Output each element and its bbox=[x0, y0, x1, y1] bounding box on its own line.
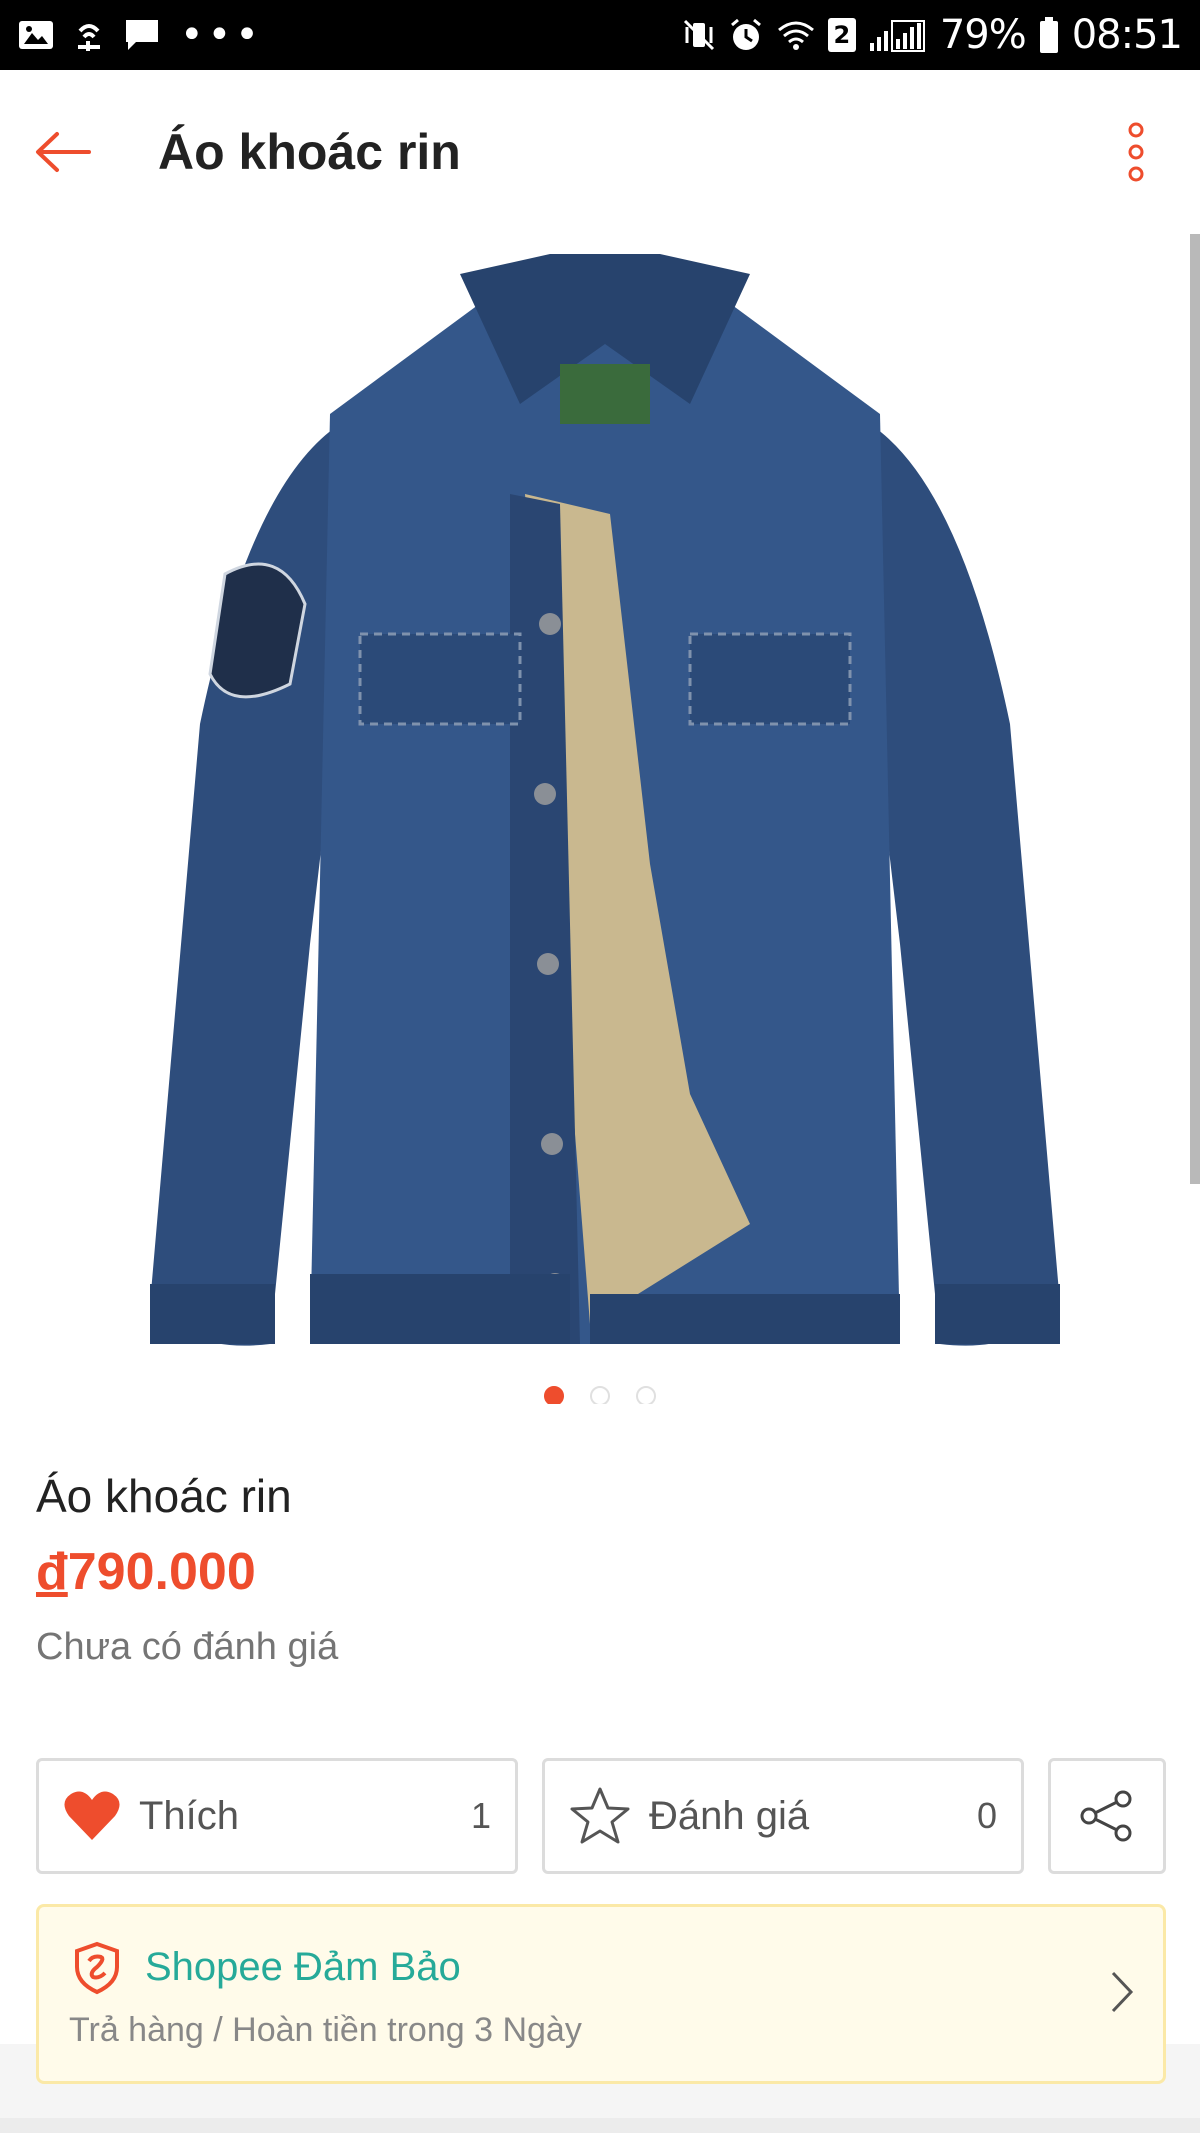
product-gallery[interactable] bbox=[0, 234, 1200, 1406]
vibrate-mute-icon bbox=[682, 17, 716, 53]
scrollbar[interactable] bbox=[1190, 234, 1200, 1184]
pagination-dot[interactable] bbox=[590, 1386, 610, 1406]
share-button[interactable] bbox=[1048, 1758, 1166, 1874]
like-count: 1 bbox=[470, 1795, 491, 1836]
section-divider bbox=[0, 2118, 1200, 2133]
signal-icon bbox=[868, 17, 928, 53]
price-currency: đ bbox=[36, 1543, 68, 1601]
page-title: Áo khoác rin bbox=[158, 124, 461, 180]
pagination-dot[interactable] bbox=[544, 1386, 564, 1406]
wifi-assistant-icon bbox=[74, 17, 104, 53]
sim-badge: 2 bbox=[827, 18, 856, 52]
more-options-button[interactable] bbox=[1116, 117, 1156, 187]
rating-status: Chưa có đánh giá bbox=[36, 1626, 339, 1668]
review-label: Đánh giá bbox=[649, 1793, 810, 1838]
pagination-dot[interactable] bbox=[636, 1386, 656, 1406]
product-name: Áo khoác rin bbox=[36, 1470, 292, 1522]
heart-icon bbox=[64, 1791, 120, 1840]
message-icon bbox=[124, 18, 160, 52]
battery-icon bbox=[1038, 16, 1060, 54]
chevron-right-icon bbox=[1111, 1971, 1134, 2013]
alarm-icon bbox=[728, 17, 764, 53]
status-right: 2 79% 08:51 bbox=[682, 12, 1183, 58]
guarantee-title: Shopee Đảm Bảo bbox=[145, 1945, 461, 1989]
product-image[interactable] bbox=[130, 244, 1080, 1354]
arrow-left-icon bbox=[36, 132, 91, 172]
review-button[interactable]: Đánh giá 0 bbox=[542, 1758, 1024, 1874]
status-bar: ••• 2 79% 08:51 bbox=[0, 0, 1200, 70]
clock: 08:51 bbox=[1071, 12, 1183, 58]
wifi-icon bbox=[776, 18, 816, 52]
back-button[interactable] bbox=[30, 119, 96, 185]
share-icon bbox=[1080, 1790, 1132, 1842]
battery-percent: 79% bbox=[939, 12, 1027, 58]
more-vertical-icon bbox=[1128, 122, 1144, 182]
shield-icon bbox=[75, 1941, 119, 1995]
review-count: 0 bbox=[976, 1795, 997, 1836]
price-value: 790.000 bbox=[67, 1543, 256, 1601]
gallery-icon bbox=[18, 19, 54, 51]
shopee-guarantee-banner[interactable]: Shopee Đảm Bảo Trả hàng / Hoàn tiền tron… bbox=[36, 1904, 1166, 2084]
status-left: ••• bbox=[18, 15, 263, 55]
like-button[interactable]: Thích 1 bbox=[36, 1758, 518, 1874]
like-label: Thích bbox=[139, 1793, 240, 1838]
gallery-pagination bbox=[0, 1386, 1200, 1406]
star-icon bbox=[570, 1787, 630, 1844]
action-row: Thích 1 Đánh giá 0 bbox=[36, 1758, 1166, 1874]
product-price: đ790.000 bbox=[36, 1542, 256, 1602]
app-bar: Áo khoác rin bbox=[0, 70, 1200, 234]
guarantee-subtitle: Trả hàng / Hoàn tiền trong 3 Ngày bbox=[69, 2011, 582, 2049]
product-info: Áo khoác rin đ790.000 Chưa có đánh giá T… bbox=[0, 1404, 1200, 2084]
more-dots-icon: ••• bbox=[180, 12, 263, 58]
